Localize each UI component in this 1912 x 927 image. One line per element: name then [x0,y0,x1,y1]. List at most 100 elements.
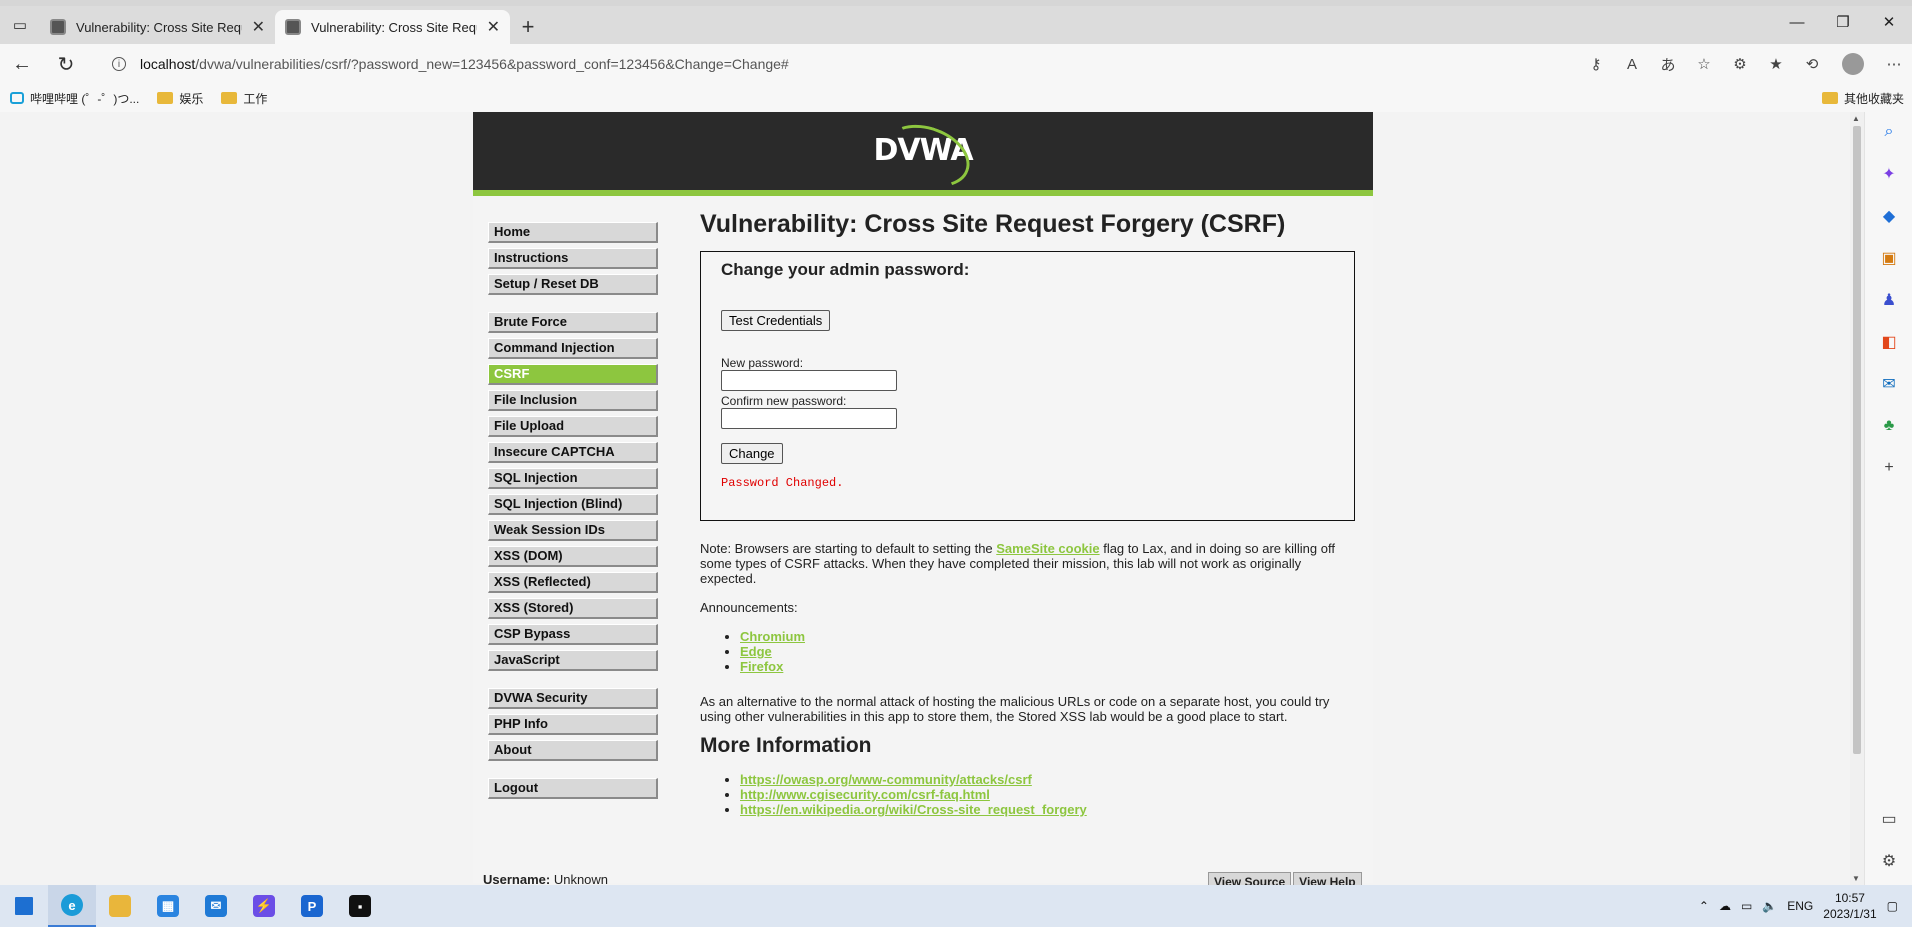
menu-item-file-inclusion[interactable]: File Inclusion [488,390,658,411]
bookmark-folder-work[interactable]: 工作 [221,90,267,107]
scroll-down-icon[interactable]: ▼ [1852,874,1860,883]
close-window-icon[interactable]: ✕ [1866,6,1912,38]
search-icon[interactable]: ⌕ [1877,120,1901,144]
reference-link[interactable]: http://www.cgisecurity.com/csrf-faq.html [740,787,990,802]
csrf-form-box: Change your admin password: Test Credent… [700,251,1355,521]
url-field[interactable]: i localhost/dvwa/vulnerabilities/csrf/?p… [98,48,1698,80]
mail-icon[interactable]: ✉ [192,885,240,927]
read-aloud-icon[interactable]: A [1614,56,1650,73]
browser-tab-1[interactable]: Vulnerability: Cross Site Request ✕ [40,10,275,44]
new-password-input[interactable] [721,370,897,391]
add-icon[interactable]: + [1877,456,1901,480]
menu-item-xss-reflected[interactable]: XSS (Reflected) [488,572,658,593]
menu-item-about[interactable]: About [488,740,658,761]
reference-link[interactable]: https://owasp.org/www-community/attacks/… [740,772,1032,787]
notifications-icon[interactable]: ▢ [1887,899,1898,913]
volume-icon[interactable]: 🔈 [1762,899,1777,913]
menu-item-csrf[interactable]: CSRF [488,364,658,385]
games-icon[interactable]: ♟ [1877,288,1901,312]
url-text: localhost/dvwa/vulnerabilities/csrf/?pas… [140,56,789,72]
language-indicator[interactable]: ENG [1787,899,1813,913]
scrollbar-thumb[interactable] [1853,126,1861,754]
menu-item-csp-bypass[interactable]: CSP Bypass [488,624,658,645]
app-bolt-icon[interactable]: ⚡ [240,885,288,927]
reference-link[interactable]: https://en.wikipedia.org/wiki/Cross-site… [740,802,1087,817]
samesite-cookie-link[interactable]: SameSite cookie [996,541,1099,556]
tab-actions-icon[interactable]: ▭ [0,6,40,44]
menu-item-logout[interactable]: Logout [488,778,658,799]
display-icon[interactable]: ▭ [1741,899,1752,913]
info-icon[interactable]: i [112,57,126,71]
menu-item-dvwa-security[interactable]: DVWA Security [488,688,658,709]
tools-icon[interactable]: ▣ [1877,246,1901,270]
history-icon[interactable]: ⟲ [1794,55,1830,73]
confirm-password-input[interactable] [721,408,897,429]
taskbar: e ▦ ✉ ⚡ P ▪ ⌃ ☁ ▭ 🔈 ENG 10:57 2023/1/31 … [0,885,1912,927]
view-help-button[interactable]: View Help [1293,872,1362,885]
pycharm-icon[interactable]: P [288,885,336,927]
network-icon[interactable]: ☁ [1719,899,1731,913]
menu-item-php-info[interactable]: PHP Info [488,714,658,735]
menu-item-xss-dom[interactable]: XSS (DOM) [488,546,658,567]
close-tab-icon[interactable]: ✕ [252,17,265,37]
menu-item-xss-stored[interactable]: XSS (Stored) [488,598,658,619]
menu-item-file-upload[interactable]: File Upload [488,416,658,437]
show-hidden-icons-icon[interactable]: ⌃ [1699,899,1709,913]
extensions-icon[interactable]: ⚙ [1722,55,1758,73]
shopping-icon[interactable]: ◆ [1877,204,1901,228]
restore-icon[interactable]: ❐ [1820,6,1866,38]
other-bookmarks[interactable]: 其他收藏夹 [1821,84,1904,112]
outlook-icon[interactable]: ✉ [1877,372,1901,396]
test-credentials-button[interactable]: Test Credentials [721,310,831,331]
menu-item-weak-session-ids[interactable]: Weak Session IDs [488,520,658,541]
edge-taskbar-icon[interactable]: e [48,885,96,927]
tree-icon[interactable]: ♣ [1877,414,1901,438]
store-icon[interactable]: ▦ [144,885,192,927]
sidebar-toggle-icon[interactable]: ▭ [1877,807,1901,831]
menu-item-sql-injection[interactable]: SQL Injection [488,468,658,489]
announcement-link[interactable]: Firefox [740,659,783,674]
back-icon[interactable]: ← [0,44,44,84]
tab-bar: ▭ Vulnerability: Cross Site Request ✕ Vu… [0,6,1912,44]
office-icon[interactable]: ◧ [1877,330,1901,354]
dvwa-logo[interactable]: DVWA [873,113,979,198]
announcement-link[interactable]: Edge [740,644,772,659]
menu-item-brute-force[interactable]: Brute Force [488,312,658,333]
favorite-add-icon[interactable]: ☆ [1686,55,1722,73]
profile-avatar[interactable] [1842,53,1864,75]
browser-tab-2[interactable]: Vulnerability: Cross Site Request ✕ [275,10,510,44]
key-icon[interactable]: ⚷ [1578,55,1614,73]
file-explorer-icon[interactable] [96,885,144,927]
menu-item-javascript[interactable]: JavaScript [488,650,658,671]
scroll-up-icon[interactable]: ▲ [1852,114,1860,123]
menu-item-command-injection[interactable]: Command Injection [488,338,658,359]
refresh-icon[interactable]: ↻ [44,44,88,84]
side-menu: Home Instructions Setup / Reset DB Brute F… [488,222,658,816]
minimize-icon[interactable]: — [1774,6,1820,38]
copilot-icon[interactable]: ✦ [1877,162,1901,186]
confirm-password-label: Confirm new password: [721,394,847,408]
menu-item-home[interactable]: Home [488,222,658,243]
view-source-button[interactable]: View Source [1208,872,1292,885]
close-tab-icon[interactable]: ✕ [487,17,500,37]
new-tab-button[interactable]: + [510,10,546,44]
settings-icon[interactable]: ⚙ [1877,849,1901,873]
menu-item-sql-injection-blind[interactable]: SQL Injection (Blind) [488,494,658,515]
favorites-icon[interactable]: ★ [1758,55,1794,73]
menu-item-setup-reset-db[interactable]: Setup / Reset DB [488,274,658,295]
clock[interactable]: 10:57 2023/1/31 [1823,890,1876,922]
page-scrollbar[interactable]: ▲ ▼ [1850,112,1864,885]
bookmark-folder-entertainment[interactable]: 娱乐 [157,90,203,107]
list-item: Chromium [740,629,1355,644]
address-bar-actions: ⚷ A あ ☆ ⚙ ★ ⟲ ⋯ [1578,44,1912,84]
windows-start-icon[interactable] [0,885,48,927]
announcement-link[interactable]: Chromium [740,629,805,644]
terminal-icon[interactable]: ▪ [336,885,384,927]
bookmark-bilibili[interactable]: 哔哩哔哩 (゜-゜)つ... [10,90,139,107]
change-button[interactable]: Change [721,443,783,464]
more-options-icon[interactable]: ⋯ [1876,55,1912,73]
more-info: https://owasp.org/www-community/attacks/… [700,772,1355,817]
menu-item-instructions[interactable]: Instructions [488,248,658,269]
menu-item-insecure-captcha[interactable]: Insecure CAPTCHA [488,442,658,463]
translate-icon[interactable]: あ [1650,54,1686,75]
